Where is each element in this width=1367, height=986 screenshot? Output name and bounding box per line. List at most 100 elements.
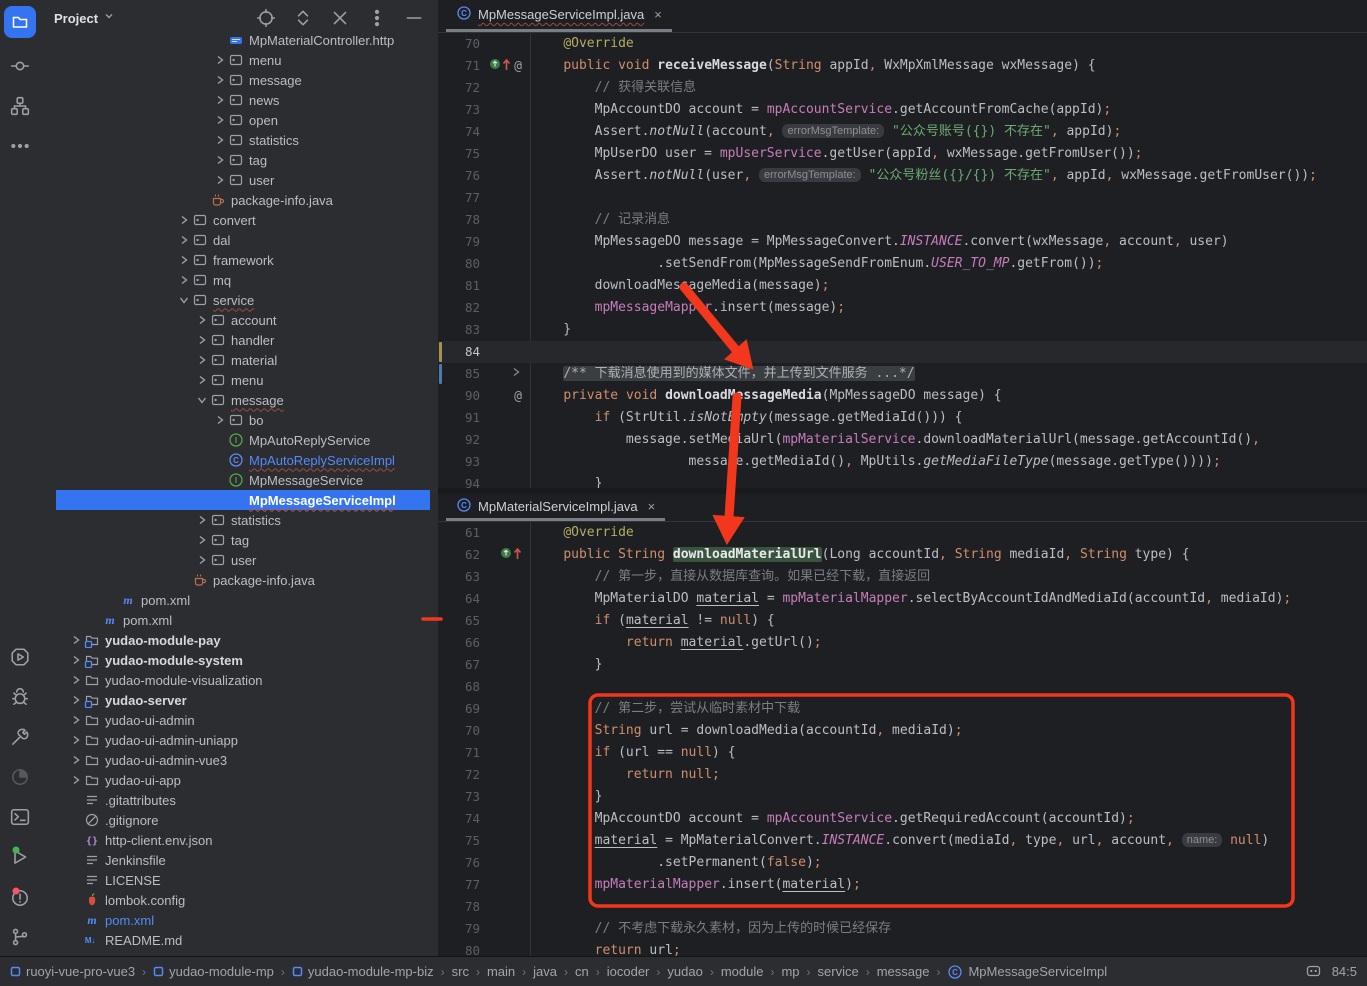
breadcrumb-item[interactable]: message bbox=[877, 964, 930, 979]
tree-item--gitattributes[interactable]: .gitattributes bbox=[40, 790, 438, 810]
chevron-right-icon[interactable] bbox=[194, 312, 210, 328]
code-line-78[interactable]: 78 bbox=[438, 896, 1367, 918]
tree-item-message[interactable]: message bbox=[40, 390, 438, 410]
code-line-90[interactable]: 90@ private void downloadMessageMedia(Mp… bbox=[438, 385, 1367, 407]
code-line-81[interactable]: 81 downloadMessageMedia(message); bbox=[438, 275, 1367, 297]
breadcrumb-item[interactable]: ruoyi-vue-pro-vue3 bbox=[10, 964, 135, 979]
tree-item-pom-xml[interactable]: mpom.xml bbox=[40, 610, 438, 630]
chevron-right-icon[interactable] bbox=[68, 692, 84, 708]
line-number[interactable]: 77 bbox=[438, 874, 480, 896]
gutter-foldr-icon[interactable] bbox=[510, 363, 522, 385]
tree-item-jenkinsfile[interactable]: Jenkinsfile bbox=[40, 850, 438, 870]
tool-button-commit-icon[interactable] bbox=[4, 50, 36, 82]
line-number[interactable]: 90 bbox=[438, 385, 480, 407]
code-line-74[interactable]: 74 MpAccountDO account = mpAccountServic… bbox=[438, 808, 1367, 830]
chevron-right-icon[interactable] bbox=[68, 632, 84, 648]
chevron-right-icon[interactable] bbox=[68, 672, 84, 688]
code-line-79[interactable]: 79 // 不考虑下载永久素材，因为上传的时候已经保存 bbox=[438, 918, 1367, 940]
breadcrumb-item[interactable]: cn bbox=[575, 964, 589, 979]
close-icon[interactable]: × bbox=[654, 7, 662, 22]
tree-item-mpautoreplyservice[interactable]: IMpAutoReplyService bbox=[40, 430, 438, 450]
code-line-84[interactable]: 84 bbox=[438, 341, 1367, 363]
breadcrumb-item[interactable]: src bbox=[452, 964, 469, 979]
code-line-62[interactable]: 62 public String downloadMaterialUrl(Lon… bbox=[438, 544, 1367, 566]
tab-mpmessageserviceimpl[interactable]: C MpMessageServiceImpl.java × bbox=[446, 0, 672, 32]
tool-button-problems-icon[interactable] bbox=[4, 882, 36, 914]
line-number[interactable]: 91 bbox=[438, 407, 480, 429]
tool-button-terminal-icon[interactable] bbox=[4, 801, 36, 833]
tree-item-yudao-module-system[interactable]: yudao-module-system bbox=[40, 650, 438, 670]
line-number[interactable]: 70 bbox=[438, 33, 480, 55]
tree-item-message[interactable]: message bbox=[40, 70, 438, 90]
tree-item-yudao-ui-admin-vue3[interactable]: yudao-ui-admin-vue3 bbox=[40, 750, 438, 770]
line-number[interactable]: 75 bbox=[438, 143, 480, 165]
tree-item-mpautoreplyserviceimpl[interactable]: CMpAutoReplyServiceImpl bbox=[40, 450, 438, 470]
tree-item-package-info-java[interactable]: package-info.java bbox=[40, 570, 438, 590]
tree-item-pom-xml[interactable]: mpom.xml bbox=[40, 590, 438, 610]
code-line-61[interactable]: 61 @Override bbox=[438, 522, 1367, 544]
tree-item-package-info-java[interactable]: package-info.java bbox=[40, 190, 438, 210]
tree-item-readme-md[interactable]: M↓README.md bbox=[40, 930, 438, 950]
code-line-82[interactable]: 82 mpMessageMapper.insert(message); bbox=[438, 297, 1367, 319]
code-line-70[interactable]: 70 String url = downloadMedia(accountId,… bbox=[438, 720, 1367, 742]
line-number[interactable]: 61 bbox=[438, 522, 480, 544]
line-number[interactable]: 69 bbox=[438, 698, 480, 720]
line-number[interactable]: 76 bbox=[438, 165, 480, 187]
tree-item-statistics[interactable]: statistics bbox=[40, 130, 438, 150]
tool-button-profiler-icon[interactable] bbox=[4, 761, 36, 793]
code-area-bottom[interactable]: 61 @Override62 public String downloadMat… bbox=[438, 522, 1367, 956]
caret-position[interactable]: 84:5 bbox=[1332, 964, 1357, 979]
line-number[interactable]: 64 bbox=[438, 588, 480, 610]
tree-item-mpmessageserviceimpl[interactable]: CMpMessageServiceImpl bbox=[40, 490, 438, 510]
tool-button-build-icon[interactable] bbox=[4, 721, 36, 753]
line-number[interactable]: 72 bbox=[438, 77, 480, 99]
tree-item-license[interactable]: LICENSE bbox=[40, 870, 438, 890]
line-number[interactable]: 68 bbox=[438, 676, 480, 698]
tool-button-structure-icon[interactable] bbox=[4, 90, 36, 122]
chevron-right-icon[interactable] bbox=[194, 332, 210, 348]
tab-mpmaterialserviceimpl[interactable]: C MpMaterialServiceImpl.java × bbox=[446, 494, 665, 521]
tree-item-yudao-module-visualization[interactable]: yudao-module-visualization bbox=[40, 670, 438, 690]
line-number[interactable]: 85 bbox=[438, 363, 480, 385]
code-line-73[interactable]: 73 } bbox=[438, 786, 1367, 808]
code-line-80[interactable]: 80 return url; bbox=[438, 940, 1367, 956]
tool-button-debug-icon[interactable] bbox=[4, 681, 36, 713]
line-number[interactable]: 74 bbox=[438, 121, 480, 143]
line-number[interactable]: 75 bbox=[438, 830, 480, 852]
tree-item-yudao-ui-admin-uniapp[interactable]: yudao-ui-admin-uniapp bbox=[40, 730, 438, 750]
line-number[interactable]: 77 bbox=[438, 187, 480, 209]
line-number[interactable]: 76 bbox=[438, 852, 480, 874]
chevron-right-icon[interactable] bbox=[212, 152, 228, 168]
code-line-83[interactable]: 83 } bbox=[438, 319, 1367, 341]
tree-item-yudao-ui-admin[interactable]: yudao-ui-admin bbox=[40, 710, 438, 730]
line-number[interactable]: 82 bbox=[438, 297, 480, 319]
tree-item-mpmessageservice[interactable]: IMpMessageService bbox=[40, 470, 438, 490]
chevron-right-icon[interactable] bbox=[194, 532, 210, 548]
breadcrumb-item[interactable]: main bbox=[487, 964, 515, 979]
line-number[interactable]: 62 bbox=[438, 544, 480, 566]
tree-item-user[interactable]: user bbox=[40, 170, 438, 190]
chevron-down-icon[interactable] bbox=[194, 392, 210, 408]
chevron-right-icon[interactable] bbox=[194, 352, 210, 368]
ai-robot-icon[interactable] bbox=[1305, 962, 1322, 982]
chevron-right-icon[interactable] bbox=[212, 72, 228, 88]
breadcrumb-item[interactable]: java bbox=[533, 964, 557, 979]
expand-icon[interactable] bbox=[293, 8, 313, 28]
line-number[interactable]: 83 bbox=[438, 319, 480, 341]
chevron-right-icon[interactable] bbox=[194, 372, 210, 388]
tree-item-open[interactable]: open bbox=[40, 110, 438, 130]
chevron-right-icon[interactable] bbox=[194, 512, 210, 528]
tree-item-mq[interactable]: mq bbox=[40, 270, 438, 290]
code-line-85[interactable]: 85 /** 下载消息使用到的媒体文件，并上传到文件服务 ...*/ bbox=[438, 363, 1367, 385]
code-line-75[interactable]: 75 material = MpMaterialConvert.INSTANCE… bbox=[438, 830, 1367, 852]
chevron-right-icon[interactable] bbox=[176, 212, 192, 228]
line-number[interactable]: 79 bbox=[438, 918, 480, 940]
line-number[interactable]: 93 bbox=[438, 451, 480, 473]
kebab-icon[interactable] bbox=[367, 8, 387, 28]
line-number[interactable]: 80 bbox=[438, 940, 480, 956]
gutter-at-icon[interactable]: @ bbox=[514, 385, 522, 408]
tree-item-yudao-ui-app[interactable]: yudao-ui-app bbox=[40, 770, 438, 790]
code-line-94[interactable]: 94 } bbox=[438, 473, 1367, 488]
line-number[interactable]: 92 bbox=[438, 429, 480, 451]
code-line-69[interactable]: 69 // 第二步，尝试从临时素材中下载 bbox=[438, 698, 1367, 720]
